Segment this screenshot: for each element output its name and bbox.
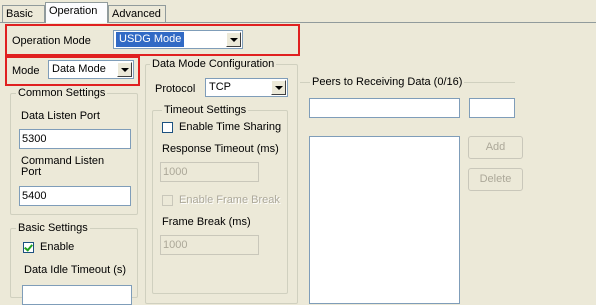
mode-value: Data Mode [52,63,106,75]
command-listen-port-label-line2: Port [21,166,42,178]
basic-settings-title: Basic Settings [16,222,90,234]
response-timeout-label: Response Timeout (ms) [162,143,279,155]
chevron-down-icon[interactable] [117,62,132,77]
data-idle-timeout-input[interactable] [22,285,132,305]
peers-title: Peers to Receiving Data (0/16) [310,76,465,88]
operation-panel: Operation Mode USDG Mode Mode Data Mode … [0,23,596,305]
command-listen-port-label: Command Listen Port [21,156,104,178]
operation-mode-value: USDG Mode [116,32,185,47]
protocol-value: TCP [209,81,231,93]
enable-checkbox[interactable] [23,242,34,253]
enable-time-sharing-checkbox[interactable] [162,122,173,133]
data-listen-port-input[interactable]: 5300 [19,129,131,149]
enable-label: Enable [40,241,75,253]
add-button[interactable]: Add [468,136,523,159]
enable-frame-break-label: Enable Frame Break [179,194,280,206]
tab-operation[interactable]: Operation [45,2,108,23]
mode-label: Mode [12,65,40,77]
delete-button[interactable]: Delete [468,168,523,191]
protocol-label: Protocol [155,83,196,95]
mode-select[interactable]: Data Mode [48,60,134,79]
enable-frame-break-checkbox[interactable] [162,195,173,206]
chevron-down-icon[interactable] [271,80,286,95]
frame-break-input[interactable]: 1000 [160,235,259,255]
data-mode-config-title: Data Mode Configuration [150,58,277,70]
response-timeout-input[interactable]: 1000 [160,162,259,182]
common-settings-title: Common Settings [16,87,108,99]
tab-advanced[interactable]: Advanced [108,5,166,22]
frame-break-label: Frame Break (ms) [162,216,251,228]
operation-mode-label: Operation Mode [12,35,91,47]
protocol-select[interactable]: TCP [205,78,288,97]
data-idle-timeout-label: Data Idle Timeout (s) [24,264,127,276]
data-listen-port-label: Data Listen Port [21,110,100,122]
timeout-settings-title: Timeout Settings [162,104,249,116]
enable-time-sharing-label: Enable Time Sharing [179,121,282,133]
chevron-down-icon[interactable] [226,32,241,47]
peer-port-input[interactable] [469,98,515,118]
peers-list[interactable] [309,136,460,304]
command-listen-port-input[interactable]: 5400 [19,186,131,206]
operation-mode-select[interactable]: USDG Mode [113,30,243,49]
tab-basic[interactable]: Basic [2,5,45,22]
peer-ip-input[interactable] [309,98,460,118]
